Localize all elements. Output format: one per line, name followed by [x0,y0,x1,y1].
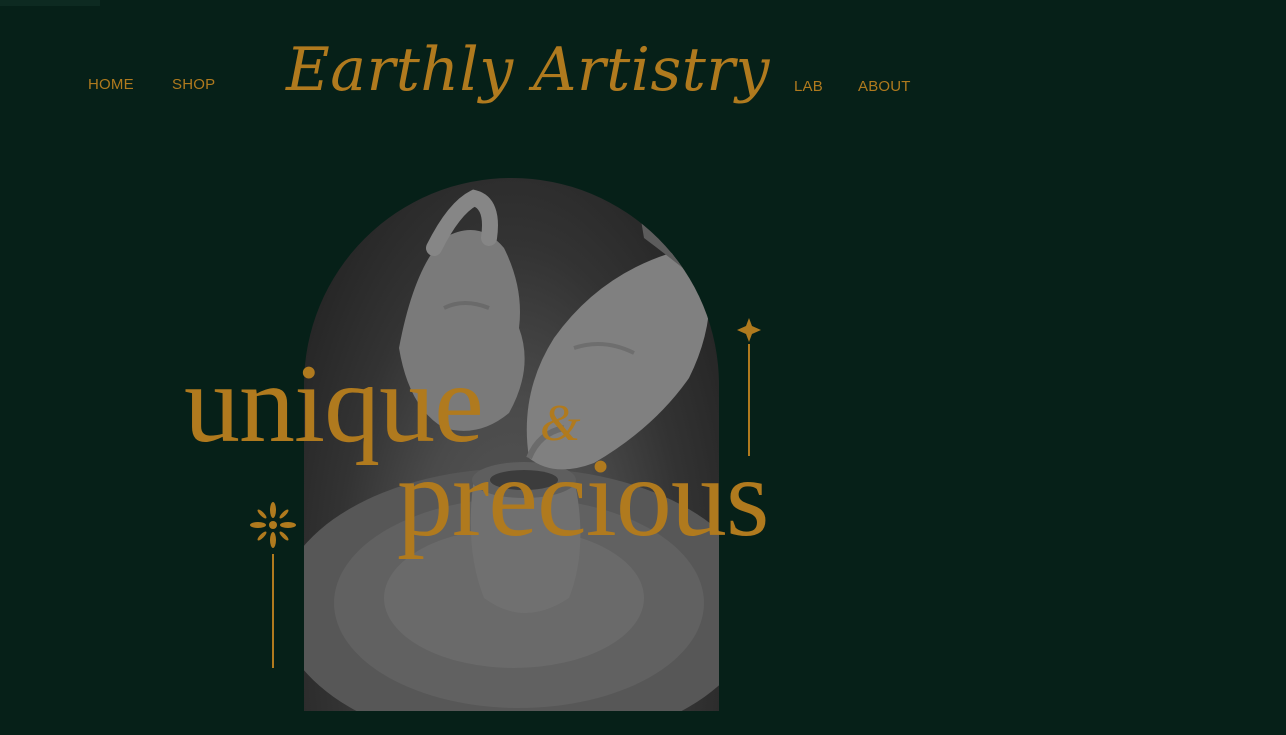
nav-shop-link[interactable]: SHOP [172,76,215,93]
flower-star-icon [250,502,296,668]
nav-home-link[interactable]: HOME [88,76,134,93]
hero-word-precious: precious [397,436,769,560]
nav-about-link[interactable]: ABOUT [858,78,911,95]
brand-logo-title[interactable]: Earthly Artistry [286,40,770,100]
nav-lab-link[interactable]: LAB [794,78,823,95]
sparkle-star-icon [737,318,761,456]
top-edge-strip [0,0,100,6]
